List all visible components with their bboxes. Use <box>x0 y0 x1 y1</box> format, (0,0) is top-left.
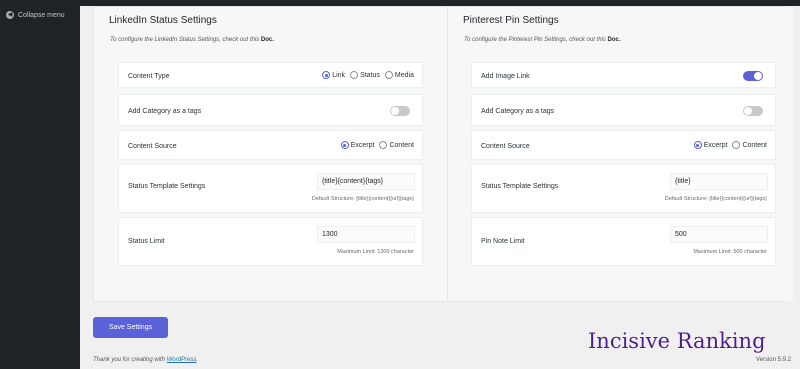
linkedin-content-type-row: Content Type Link Status Media <box>118 62 423 88</box>
radio-link[interactable]: Link <box>322 71 345 79</box>
radio-media-label: Media <box>394 71 414 79</box>
radio-unselected-icon <box>379 141 388 149</box>
pinterest-settings-column: Pinterest Pin Settings To configure the … <box>447 7 793 301</box>
radio-excerpt[interactable]: Excerpt <box>340 141 375 149</box>
pinterest-add-category-row: Add Category as a tags <box>471 94 776 126</box>
radio-unselected-icon <box>732 141 741 149</box>
status-limit-input[interactable]: 1300 <box>317 226 415 243</box>
radio-content-label: Content <box>389 141 414 149</box>
radio-selected-icon <box>322 71 331 79</box>
content-type-radios: Link Status Media <box>322 71 414 79</box>
radio-content[interactable]: Content <box>732 141 767 149</box>
linkedin-add-category-row: Add Category as a tags <box>118 94 423 126</box>
linkedin-template-row: Status Template Settings {title}{content… <box>118 164 423 213</box>
content-source-label: Content Source <box>128 143 177 150</box>
radio-selected-icon <box>693 141 702 149</box>
pin-note-limit-hint: Maximum Limit: 500 character <box>693 249 767 255</box>
pinterest-limit-row: Pin Note Limit 500 Maximum Limit: 500 ch… <box>471 217 776 266</box>
version-text: Version 5.9.2 <box>755 357 791 363</box>
status-limit-hint: Maximum Limit: 1300 character <box>337 249 414 255</box>
collapse-label: Collapse menu <box>18 11 65 19</box>
add-image-link-label: Add Image Link <box>481 73 530 80</box>
pinterest-desc-text: To configure the Pinterest Pin Settings,… <box>464 37 606 43</box>
linkedin-limit-row: Status Limit 1300 Maximum Limit: 1300 ch… <box>118 217 423 266</box>
add-category-label: Add Category as a tags <box>128 108 202 115</box>
template-label: Status Template Settings <box>481 183 559 190</box>
linkedin-section-title: LinkedIn Status Settings <box>109 15 217 26</box>
add-category-toggle[interactable] <box>390 106 410 116</box>
linkedin-desc-text: To configure the LinkedIn Status Setting… <box>110 37 260 43</box>
radio-status[interactable]: Status <box>350 71 380 79</box>
save-settings-button[interactable]: Save Settings <box>93 317 168 338</box>
template-hint: Default Structure: {title}{content}{url}… <box>311 196 414 202</box>
pinterest-content-source-row: Content Source Excerpt Content <box>471 130 776 160</box>
pinterest-doc-link[interactable]: Doc. <box>608 37 621 43</box>
collapse-icon: ◀ <box>6 11 14 19</box>
radio-link-label: Link <box>332 71 346 79</box>
template-label: Status Template Settings <box>128 183 206 190</box>
radio-excerpt-label: Excerpt <box>350 141 375 149</box>
radio-unselected-icon <box>384 71 393 79</box>
footer-suffix: . <box>196 357 199 363</box>
admin-sidebar: ◀ Collapse menu <box>0 0 80 369</box>
footer-text: Thank you for creating with <box>93 357 166 363</box>
settings-panel: LinkedIn Status Settings To configure th… <box>93 6 793 302</box>
pinterest-section-title: Pinterest Pin Settings <box>463 15 559 26</box>
pinterest-section-description: To configure the Pinterest Pin Settings,… <box>464 37 621 43</box>
pin-note-limit-input[interactable]: 500 <box>670 226 768 243</box>
content-source-radios: Excerpt Content <box>340 141 414 149</box>
status-limit-label: Status Limit <box>128 238 165 245</box>
radio-status-label: Status <box>360 71 380 79</box>
radio-excerpt-label: Excerpt <box>703 141 728 149</box>
template-input[interactable]: {title} <box>670 173 768 190</box>
pinterest-add-image-row: Add Image Link <box>471 62 776 88</box>
template-hint: Default Structure: {title}{content}{url}… <box>664 196 767 202</box>
watermark-text: Incisive Ranking <box>588 329 766 353</box>
radio-content[interactable]: Content <box>379 141 414 149</box>
add-category-toggle[interactable] <box>743 106 763 116</box>
content-source-label: Content Source <box>481 143 530 150</box>
content-type-label: Content Type <box>128 73 170 80</box>
add-image-link-toggle[interactable] <box>743 71 763 81</box>
content-source-radios: Excerpt Content <box>693 141 767 149</box>
add-category-label: Add Category as a tags <box>481 108 555 115</box>
pinterest-template-row: Status Template Settings {title} Default… <box>471 164 776 213</box>
wordpress-link[interactable]: WordPress <box>167 357 197 363</box>
radio-media[interactable]: Media <box>384 71 414 79</box>
pin-note-limit-label: Pin Note Limit <box>481 238 525 245</box>
linkedin-content-source-row: Content Source Excerpt Content <box>118 130 423 160</box>
linkedin-settings-column: LinkedIn Status Settings To configure th… <box>94 7 440 301</box>
linkedin-doc-link[interactable]: Doc. <box>261 37 274 43</box>
linkedin-section-description: To configure the LinkedIn Status Setting… <box>110 37 274 43</box>
footer-credit: Thank you for creating with WordPress. <box>93 357 198 363</box>
radio-selected-icon <box>340 141 349 149</box>
collapse-menu-button[interactable]: ◀ Collapse menu <box>6 11 65 19</box>
radio-content-label: Content <box>742 141 767 149</box>
radio-excerpt[interactable]: Excerpt <box>693 141 728 149</box>
template-input[interactable]: {title}{content}{tags} <box>317 173 415 190</box>
radio-unselected-icon <box>350 71 359 79</box>
